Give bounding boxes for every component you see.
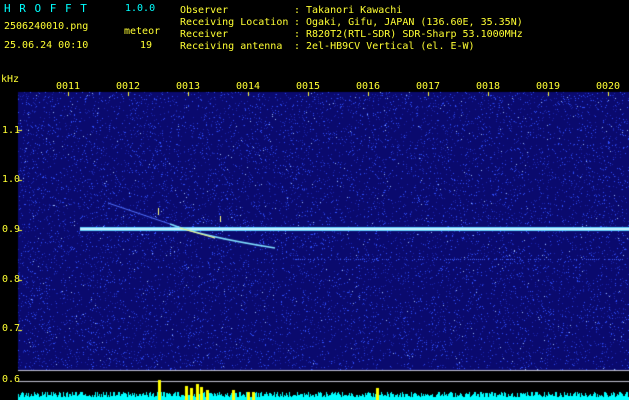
antenna-sep: :: [294, 41, 301, 52]
app-title: H R O F F T: [4, 2, 88, 15]
freq-tick-0.9: 0.9: [2, 224, 21, 235]
observer-sep: :: [294, 5, 301, 16]
time-tick-0018: 0018: [476, 81, 501, 92]
filename: 2506240010.png: [4, 21, 89, 32]
time-tick-0020: 0020: [596, 81, 621, 92]
freq-tick-1.1: 1.1: [2, 125, 21, 136]
time-tick-0014: 0014: [236, 81, 261, 92]
app-version: 1.0.0: [125, 3, 156, 14]
time-tick-0013: 0013: [176, 81, 201, 92]
freq-tick-0.8: 0.8: [2, 274, 21, 285]
location-value: Ogaki, Gifu, JAPAN (136.60E, 35.35N): [306, 17, 523, 28]
location-label: Receiving Location: [180, 17, 289, 28]
time-tick-0016: 0016: [356, 81, 381, 92]
receiver-value: R820T2(RTL-SDR) SDR-Sharp 53.1000MHz: [306, 29, 523, 40]
time-tick-0019: 0019: [536, 81, 561, 92]
hroft-window: H R O F F T 1.0.0 2506240010.png meteor …: [0, 0, 629, 400]
unit-label: kHz: [1, 74, 20, 85]
time-tick-0017: 0017: [416, 81, 441, 92]
freq-tick-1.0: 1.0: [2, 174, 21, 185]
mode-label: meteor: [124, 26, 161, 37]
time-tick-0011: 0011: [56, 81, 81, 92]
receiver-label: Receiver: [180, 29, 229, 40]
detection-count: 19: [140, 40, 153, 51]
observer-label: Observer: [180, 5, 229, 16]
observer-value: Takanori Kawachi: [306, 5, 403, 16]
antenna-label: Receiving antenna: [180, 41, 283, 52]
location-sep: :: [294, 17, 301, 28]
receiver-sep: :: [294, 29, 301, 40]
datetime: 25.06.24 00:10: [4, 40, 89, 51]
freq-tick-0.7: 0.7: [2, 323, 21, 334]
antenna-value: 2el-HB9CV Vertical (el. E-W): [306, 41, 475, 52]
freq-tick-0.6: 0.6: [2, 374, 21, 385]
time-tick-0015: 0015: [296, 81, 321, 92]
time-tick-0012: 0012: [116, 81, 141, 92]
